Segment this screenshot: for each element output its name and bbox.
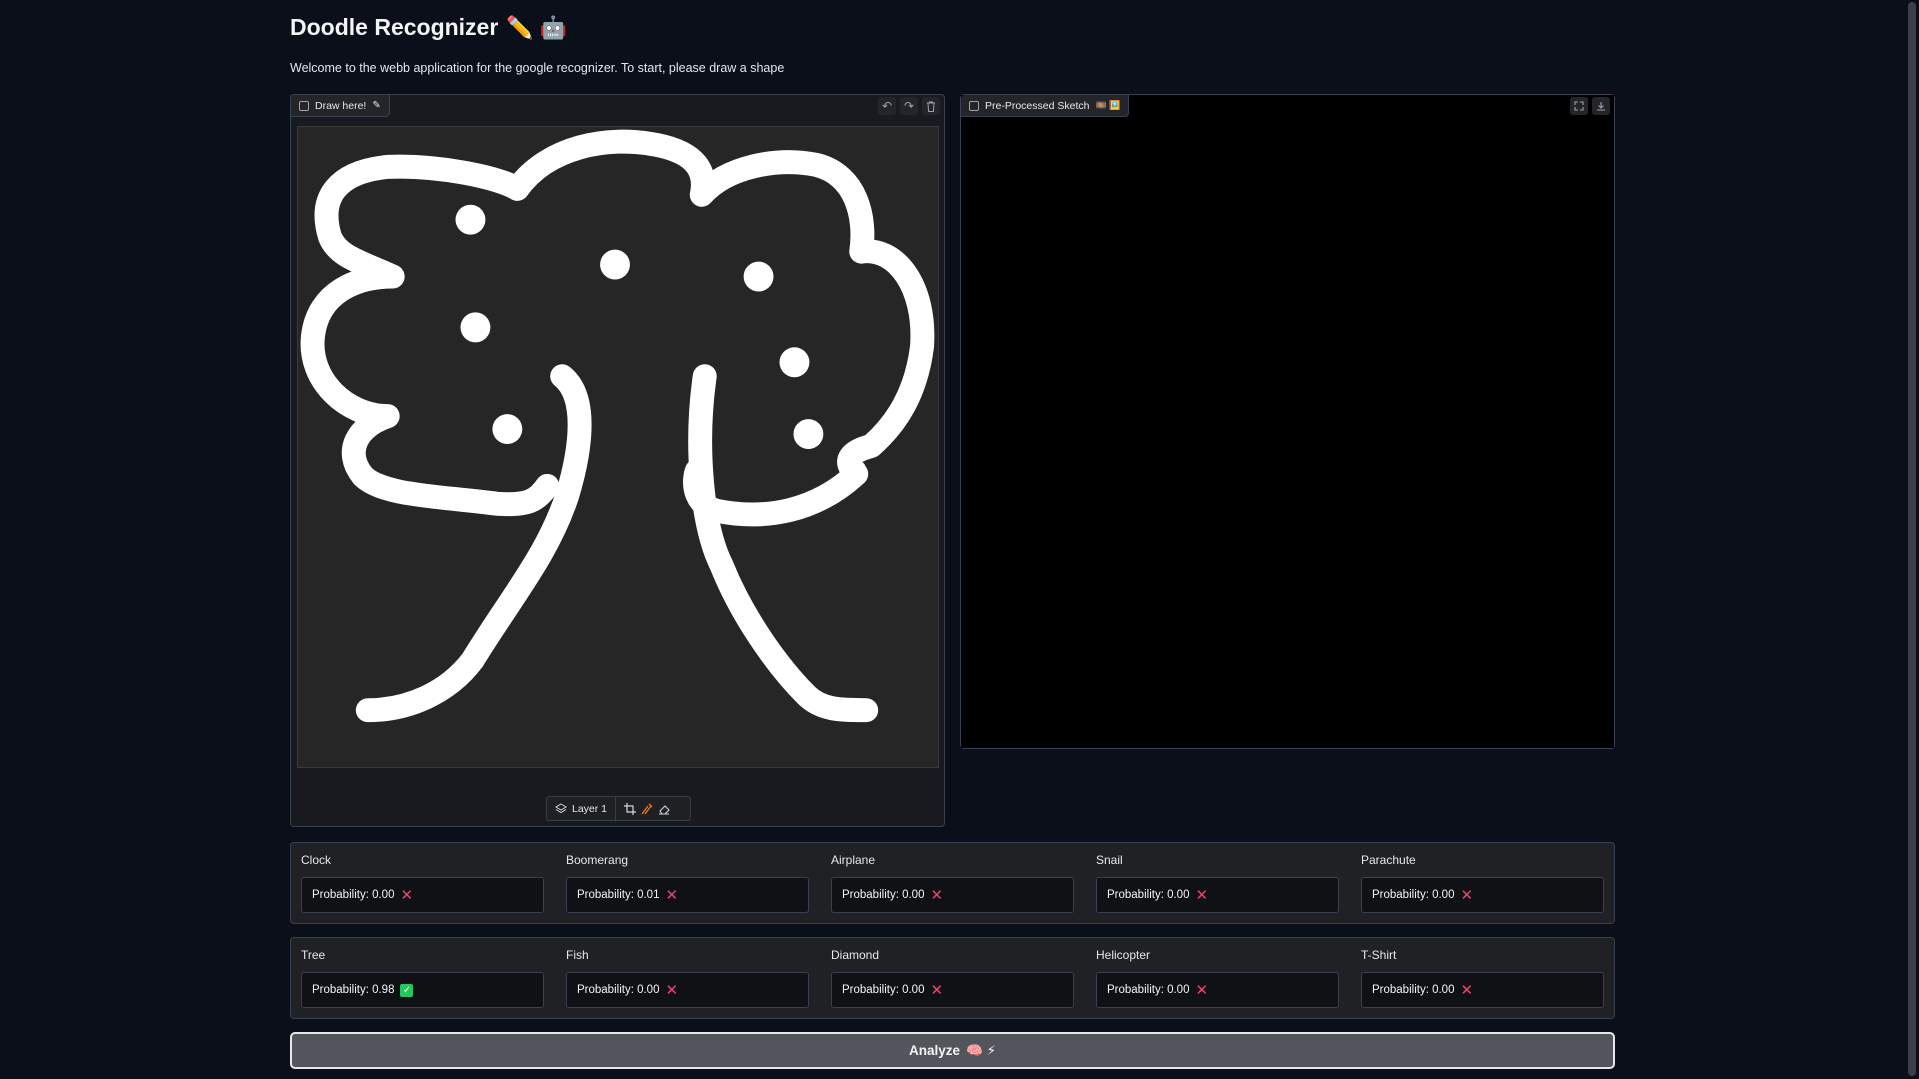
image-icon <box>299 100 309 111</box>
result-value: Probability: 0.00 <box>1107 889 1190 901</box>
cross-icon: ✕ <box>400 886 414 904</box>
download-icon[interactable] <box>1592 97 1610 115</box>
cross-icon: ✕ <box>930 886 944 904</box>
result-label: Tree <box>301 948 326 962</box>
result-diamond: Diamond Probability: 0.00 ✕ <box>831 938 1074 1020</box>
result-value: Probability: 0.00 <box>577 984 660 996</box>
scrollbar[interactable] <box>1905 0 1919 1079</box>
drawing-strokes <box>300 129 935 723</box>
result-value: Probability: 0.00 <box>842 889 925 901</box>
undo-icon[interactable]: ↶ <box>878 97 896 115</box>
draw-panel-tools: ↶ ↷ <box>878 95 940 117</box>
sketch-label-emojis: 🎞️ 🖼️ <box>1095 100 1121 110</box>
result-value-box: Probability: 0.00 ✕ <box>831 972 1074 1008</box>
title-emojis: ✏️ 🤖 <box>506 14 568 40</box>
redo-icon[interactable]: ↷ <box>900 97 918 115</box>
result-tree: Tree Probability: 0.98 ✓ <box>301 938 544 1020</box>
cross-icon: ✕ <box>665 886 679 904</box>
result-value-box: Probability: 0.00 ✕ <box>1096 972 1339 1008</box>
cross-icon: ✕ <box>1460 981 1474 999</box>
fullscreen-icon[interactable] <box>1570 97 1588 115</box>
sketch-panel-label: Pre-Processed Sketch 🎞️ 🖼️ <box>961 95 1130 117</box>
result-label: T-Shirt <box>1361 948 1397 962</box>
result-value-box: Probability: 0.00 ✕ <box>1096 877 1339 913</box>
result-value-box: Probability: 0.00 ✕ <box>831 877 1074 913</box>
result-value-box: Probability: 0.00 ✕ <box>1361 877 1604 913</box>
result-value: Probability: 0.01 <box>577 889 660 901</box>
result-label: Snail <box>1096 853 1123 867</box>
check-icon: ✓ <box>400 983 414 997</box>
result-boomerang: Boomerang Probability: 0.01 ✕ <box>566 843 809 925</box>
image-icon <box>969 100 979 111</box>
draw-panel: Draw here! ✎ ↶ ↷ Layer 1 <box>290 94 945 827</box>
layer-tools <box>615 797 678 820</box>
results-row-1: Clock Probability: 0.00 ✕ Boomerang Prob… <box>290 842 1615 924</box>
result-value-box: Probability: 0.98 ✓ <box>301 972 544 1008</box>
analyze-button[interactable]: Analyze 🧠 ⚡ <box>290 1032 1615 1069</box>
trash-icon[interactable] <box>922 97 940 115</box>
results-row-2: Tree Probability: 0.98 ✓ Fish Probabilit… <box>290 937 1615 1019</box>
layer-label: Layer 1 <box>572 802 608 815</box>
pen-icon: ✎ <box>372 100 381 111</box>
layer-selector[interactable]: Layer 1 <box>547 797 615 820</box>
result-value: Probability: 0.00 <box>1372 984 1455 996</box>
result-label: Airplane <box>831 853 876 867</box>
result-helicopter: Helicopter Probability: 0.00 ✕ <box>1096 938 1339 1020</box>
eraser-icon[interactable] <box>658 803 670 815</box>
result-value: Probability: 0.00 <box>842 984 925 996</box>
analyze-emojis: 🧠 ⚡ <box>965 1042 997 1058</box>
preprocessed-sketch-image <box>961 95 1614 748</box>
drawing-canvas[interactable] <box>297 126 939 768</box>
result-value-box: Probability: 0.00 ✕ <box>1361 972 1604 1008</box>
brush-icon[interactable] <box>641 803 653 815</box>
app-root: Doodle Recognizer ✏️ 🤖 Welcome to the we… <box>0 0 1919 1079</box>
cross-icon: ✕ <box>1195 886 1209 904</box>
cross-icon: ✕ <box>665 981 679 999</box>
crop-icon[interactable] <box>624 802 637 815</box>
result-label: Boomerang <box>566 853 629 867</box>
layer-toolbar: Layer 1 <box>546 796 691 821</box>
result-fish: Fish Probability: 0.00 ✕ <box>566 938 809 1020</box>
draw-panel-label: Draw here! ✎ <box>291 95 390 117</box>
result-value-box: Probability: 0.00 ✕ <box>566 972 809 1008</box>
result-label: Diamond <box>831 948 880 962</box>
sketch-panel-label-text: Pre-Processed Sketch <box>985 99 1090 112</box>
result-label: Helicopter <box>1096 948 1151 962</box>
analyze-label: Analyze <box>908 1043 960 1058</box>
result-clock: Clock Probability: 0.00 ✕ <box>301 843 544 925</box>
result-tshirt: T-Shirt Probability: 0.00 ✕ <box>1361 938 1604 1020</box>
result-label: Fish <box>566 948 589 962</box>
cross-icon: ✕ <box>1195 981 1209 999</box>
cross-icon: ✕ <box>1460 886 1474 904</box>
result-value: Probability: 0.98 <box>312 984 395 996</box>
page-title-text: Doodle Recognizer <box>290 14 499 40</box>
result-value-box: Probability: 0.00 ✕ <box>301 877 544 913</box>
result-parachute: Parachute Probability: 0.00 ✕ <box>1361 843 1604 925</box>
layers-icon <box>555 803 567 814</box>
draw-panel-label-text: Draw here! <box>315 99 367 112</box>
result-snail: Snail Probability: 0.00 ✕ <box>1096 843 1339 925</box>
result-value: Probability: 0.00 <box>1107 984 1190 996</box>
page-title: Doodle Recognizer ✏️ 🤖 <box>290 14 567 41</box>
result-label: Parachute <box>1361 853 1416 867</box>
result-value: Probability: 0.00 <box>1372 889 1455 901</box>
sketch-panel: Pre-Processed Sketch 🎞️ 🖼️ <box>960 94 1615 749</box>
sketch-panel-tools <box>1570 95 1610 117</box>
scrollbar-thumb[interactable] <box>1908 2 1916 1076</box>
intro-text: Welcome to the webb application for the … <box>290 61 785 75</box>
result-airplane: Airplane Probability: 0.00 ✕ <box>831 843 1074 925</box>
cross-icon: ✕ <box>930 981 944 999</box>
result-value: Probability: 0.00 <box>312 889 395 901</box>
result-value-box: Probability: 0.01 ✕ <box>566 877 809 913</box>
result-label: Clock <box>301 853 332 867</box>
